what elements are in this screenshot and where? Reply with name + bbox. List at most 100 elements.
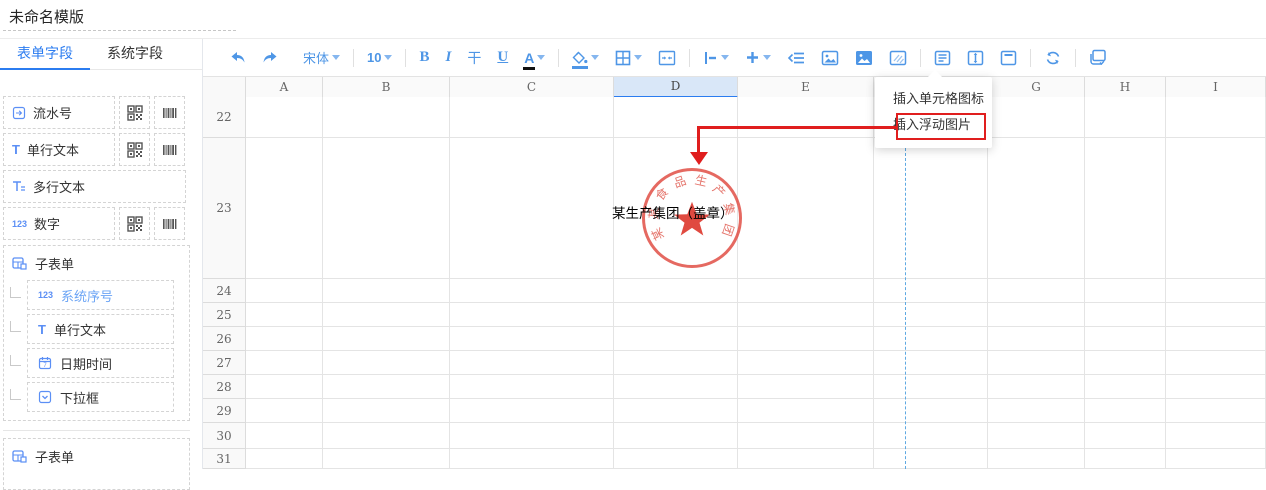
grid-cell-F30[interactable] [874, 423, 988, 449]
column-header-G[interactable]: G [988, 77, 1085, 98]
grid-cell-B23[interactable] [323, 138, 450, 279]
grid-cell-A22[interactable] [246, 97, 323, 138]
grid-cell-D31[interactable] [614, 449, 738, 469]
grid-cell-I24[interactable] [1166, 279, 1266, 303]
grid-cell-F27[interactable] [874, 351, 988, 375]
grid-cell-G26[interactable] [988, 327, 1085, 351]
column-header-A[interactable]: A [246, 77, 323, 98]
grid-cell-E30[interactable] [738, 423, 874, 449]
underline-button[interactable]: U [489, 45, 516, 71]
column-header-D[interactable]: D [614, 77, 738, 98]
insert-image-button[interactable] [813, 45, 847, 71]
redo-button[interactable] [254, 45, 287, 71]
row-header-23[interactable]: 23 [203, 138, 246, 279]
grid-cell-F31[interactable] [874, 449, 988, 469]
font-color-button[interactable]: A [516, 45, 553, 71]
grid-cell-G27[interactable] [988, 351, 1085, 375]
grid-cell-B24[interactable] [323, 279, 450, 303]
grid-corner[interactable] [203, 77, 246, 98]
grid-cell-G31[interactable] [988, 449, 1085, 469]
copy-button[interactable] [1081, 45, 1115, 71]
grid-cell-D26[interactable] [614, 327, 738, 351]
grid-cell-A24[interactable] [246, 279, 323, 303]
grid-cell-C29[interactable] [450, 399, 614, 423]
grid-cell-A25[interactable] [246, 303, 323, 327]
row-header-25[interactable]: 25 [203, 303, 246, 327]
grid-cell-B30[interactable] [323, 423, 450, 449]
grid-cell-H28[interactable] [1085, 375, 1166, 399]
insert-button[interactable] [737, 45, 779, 71]
grid-cell-B27[interactable] [323, 351, 450, 375]
font-family-select[interactable]: 宋体 [295, 45, 348, 71]
grid-cell-G30[interactable] [988, 423, 1085, 449]
grid-cell-C26[interactable] [450, 327, 614, 351]
grid-cell-G23[interactable] [988, 138, 1085, 279]
grid-cell-H22[interactable] [1085, 97, 1166, 138]
grid-cell-I29[interactable] [1166, 399, 1266, 423]
page-title[interactable]: 未命名模版 [9, 6, 84, 27]
field-system-serial[interactable]: 123 系统序号 [27, 280, 174, 310]
grid-cell-A31[interactable] [246, 449, 323, 469]
subform-group-2[interactable]: 子表单 [3, 438, 190, 490]
grid-cell-B26[interactable] [323, 327, 450, 351]
subform-group[interactable]: 子表单 123 系统序号 T 单行文本 7 [3, 245, 190, 421]
tab-form-fields[interactable]: 表单字段 [0, 39, 90, 69]
grid-cell-E28[interactable] [738, 375, 874, 399]
grid-cell-G25[interactable] [988, 303, 1085, 327]
grid-cell-G22[interactable] [988, 97, 1085, 138]
fill-color-button[interactable] [564, 45, 607, 71]
grid-cell-A28[interactable] [246, 375, 323, 399]
field-dropdown[interactable]: 下拉框 [27, 382, 174, 412]
column-width-button[interactable] [992, 45, 1025, 71]
row-header-24[interactable]: 24 [203, 279, 246, 303]
grid-cell-F23[interactable] [874, 138, 988, 279]
grid-cell-A23[interactable] [246, 138, 323, 279]
indent-button[interactable] [779, 45, 813, 71]
field-number[interactable]: 123 数字 [3, 207, 115, 240]
grid-cell-H25[interactable] [1085, 303, 1166, 327]
row-header-22[interactable]: 22 [203, 97, 246, 138]
grid-cell-D22[interactable] [614, 97, 738, 138]
grid-cell-G24[interactable] [988, 279, 1085, 303]
qr-code-icon[interactable] [119, 133, 150, 166]
row-header-28[interactable]: 28 [203, 375, 246, 399]
grid-cell-D28[interactable] [614, 375, 738, 399]
grid-cell-C24[interactable] [450, 279, 614, 303]
field-sub-single-line-text[interactable]: T 单行文本 [27, 314, 174, 344]
grid-cell-E22[interactable] [738, 97, 874, 138]
grid-cell-C31[interactable] [450, 449, 614, 469]
grid-cell-I28[interactable] [1166, 375, 1266, 399]
field-single-line-text[interactable]: T 单行文本 [3, 133, 115, 166]
barcode-icon[interactable] [154, 207, 185, 240]
field-serial-number[interactable]: 流水号 [3, 96, 115, 129]
watermark-button[interactable] [881, 45, 915, 71]
field-multi-line-text[interactable]: 多行文本 [3, 170, 186, 203]
row-header-29[interactable]: 29 [203, 399, 246, 423]
barcode-icon[interactable] [154, 96, 185, 129]
font-size-select[interactable]: 10 [359, 45, 400, 71]
grid-cell-H24[interactable] [1085, 279, 1166, 303]
grid-cell-B28[interactable] [323, 375, 450, 399]
grid-cell-H29[interactable] [1085, 399, 1166, 423]
menu-item-insert-cell-icon[interactable]: 插入单元格图标 [875, 86, 992, 112]
grid-cell-E26[interactable] [738, 327, 874, 351]
column-header-E[interactable]: E [738, 77, 874, 98]
grid-cell-B22[interactable] [323, 97, 450, 138]
grid-cell-E23[interactable] [738, 138, 874, 279]
bold-button[interactable]: B [411, 45, 437, 71]
grid-cell-H23[interactable] [1085, 138, 1166, 279]
grid-cell-I30[interactable] [1166, 423, 1266, 449]
grid-cell-B29[interactable] [323, 399, 450, 423]
field-datetime[interactable]: 7 日期时间 [27, 348, 174, 378]
qr-code-icon[interactable] [119, 207, 150, 240]
insert-floating-image-button[interactable] [847, 45, 881, 71]
italic-button[interactable]: I [438, 45, 460, 71]
grid-cell-F28[interactable] [874, 375, 988, 399]
grid-cell-D29[interactable] [614, 399, 738, 423]
text-format-button[interactable] [926, 45, 959, 71]
grid-cell-B25[interactable] [323, 303, 450, 327]
column-header-I[interactable]: I [1166, 77, 1266, 98]
grid-cell-A27[interactable] [246, 351, 323, 375]
grid-cell-I25[interactable] [1166, 303, 1266, 327]
grid-cell-I23[interactable] [1166, 138, 1266, 279]
